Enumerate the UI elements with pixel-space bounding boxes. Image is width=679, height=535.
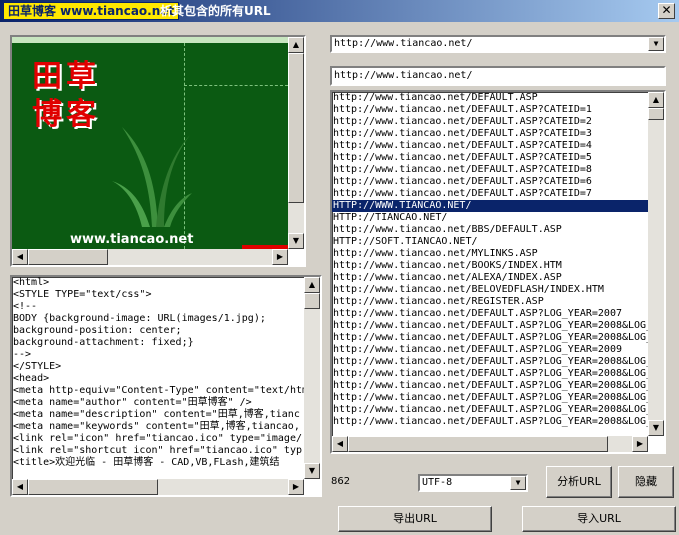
url-list-item[interactable]: http://www.tiancao.net/DEFAULT.ASP?LOG_Y…	[332, 368, 648, 380]
url-list-item[interactable]: http://www.tiancao.net/MYLINKS.ASP	[332, 248, 648, 260]
preview-logo-line2: 博客	[32, 97, 100, 132]
url-count: 862	[331, 476, 351, 487]
code-line: <meta name="description" content="田草,博客,…	[13, 409, 300, 420]
code-line: BODY {background-image: URL(images/1.jpg…	[13, 313, 266, 324]
title-logo: 田草博客 www.tiancao.net	[3, 2, 180, 20]
url-list-items[interactable]: http://www.tiancao.net/DEFAULT.ASP http:/…	[332, 92, 648, 436]
close-button[interactable]: ✕	[658, 3, 675, 19]
preview-image: 田草 博客 www.tiancao.net	[12, 37, 288, 249]
list-scroll-right-icon[interactable]: ▶	[632, 436, 648, 452]
code-scroll-right-icon[interactable]: ▶	[288, 479, 304, 495]
url-list-item[interactable]: http://www.tiancao.net/DEFAULT.ASP?CATEI…	[332, 128, 648, 140]
list-vertical-scrollbar[interactable]: ▲ ▼	[648, 92, 664, 436]
url-list-item[interactable]: http://www.tiancao.net/BELOVEDFLASH/INDE…	[332, 284, 648, 296]
code-line: background-position: center;	[13, 325, 182, 336]
code-line: <link rel="icon" href="tiancao.ico" type…	[13, 433, 302, 444]
preview-scroll-right-icon[interactable]: ▶	[272, 249, 288, 265]
code-scroll-thumb[interactable]	[304, 293, 320, 309]
url-list-item[interactable]: http://www.tiancao.net/DEFAULT.ASP?CATEI…	[332, 164, 648, 176]
preview-hscroll-thumb[interactable]	[28, 249, 108, 265]
url-list-item[interactable]: http://www.tiancao.net/DEFAULT.ASP?CATEI…	[332, 116, 648, 128]
preview-guide-horizontal	[184, 85, 288, 86]
list-scroll-thumb[interactable]	[648, 108, 664, 120]
import-url-button[interactable]: 导入URL	[522, 506, 676, 532]
url-list-item[interactable]: HTTP://TIANCAO.NET/	[332, 212, 648, 224]
hide-button[interactable]: 隐藏	[618, 466, 674, 498]
url-list-item[interactable]: http://www.tiancao.net/DEFAULT.ASP?CATEI…	[332, 152, 648, 164]
code-line: <html>	[13, 277, 50, 288]
encoding-chevron-down-icon[interactable]: ▼	[510, 476, 526, 490]
url-list-item[interactable]: http://www.tiancao.net/DEFAULT.ASP?LOG_Y…	[332, 404, 648, 416]
code-line: background-attachment: fixed;}	[13, 337, 194, 348]
grass-illustration	[112, 127, 192, 227]
address-combo-value: http://www.tiancao.net/	[334, 38, 473, 49]
url-list-item[interactable]: http://www.tiancao.net/BBS/DEFAULT.ASP	[332, 224, 648, 236]
code-line: <head>	[13, 373, 50, 384]
preview-scroll-down-icon[interactable]: ▼	[288, 233, 304, 249]
code-line: </STYLE>	[13, 361, 62, 372]
code-line: -->	[13, 349, 32, 360]
url-list-item[interactable]: http://www.tiancao.net/DEFAULT.ASP?CATEI…	[332, 176, 648, 188]
code-line: <meta http-equiv="Content-Type" content=…	[13, 385, 304, 396]
url-list-item[interactable]: http://www.tiancao.net/DEFAULT.ASP?LOG_Y…	[332, 332, 648, 344]
preview-site-text: www.tiancao.net	[70, 232, 194, 247]
url-list-item[interactable]: http://www.tiancao.net/REGISTER.ASP	[332, 296, 648, 308]
code-line: <meta name="keywords" content="田草,博客,tia…	[13, 421, 300, 432]
url-input-value: http://www.tiancao.net/	[334, 70, 473, 81]
url-input[interactable]: http://www.tiancao.net/	[330, 66, 666, 86]
code-vertical-scrollbar[interactable]: ▲ ▼	[304, 277, 320, 479]
source-code-view[interactable]: <html> <STYLE TYPE="text/css"> <!-- BODY {b…	[10, 275, 322, 497]
code-scroll-down-icon[interactable]: ▼	[304, 463, 320, 479]
window-title: 析其包含的所有URL	[160, 4, 271, 18]
preview-scroll-left-icon[interactable]: ◀	[12, 249, 28, 265]
web-preview[interactable]: 田草 博客 www.tiancao.net ▲ ▼ ◀ ▶	[10, 35, 306, 267]
source-code-text[interactable]: <html> <STYLE TYPE="text/css"> <!-- BODY {b…	[12, 277, 304, 479]
chevron-down-icon[interactable]: ▼	[648, 37, 664, 51]
code-line: <STYLE TYPE="text/css">	[13, 289, 152, 300]
url-list-item[interactable]: http://www.tiancao.net/BOOKS/INDEX.HTM	[332, 260, 648, 272]
list-scroll-up-icon[interactable]: ▲	[648, 92, 664, 108]
url-list-item[interactable]: http://www.tiancao.net/DEFAULT.ASP?LOG_Y…	[332, 344, 648, 356]
analyze-url-button[interactable]: 分析URL	[546, 466, 612, 498]
list-horizontal-scrollbar[interactable]: ◀ ▶	[332, 436, 648, 452]
url-list-item[interactable]: http://www.tiancao.net/ALEXA/INDEX.ASP	[332, 272, 648, 284]
code-scroll-left-icon[interactable]: ◀	[12, 479, 28, 495]
code-line: <!--	[13, 301, 38, 312]
encoding-combo-value: UTF-8	[422, 477, 453, 488]
address-combo[interactable]: http://www.tiancao.net/ ▼	[330, 35, 666, 53]
url-list-item[interactable]: http://www.tiancao.net/DEFAULT.ASP?CATEI…	[332, 188, 648, 200]
list-scroll-down-icon[interactable]: ▼	[648, 420, 664, 436]
code-line: <link rel="shortcut icon" href="tiancao.…	[13, 445, 302, 456]
code-horizontal-scrollbar[interactable]: ◀ ▶	[12, 479, 304, 495]
preview-scroll-up-icon[interactable]: ▲	[288, 37, 304, 53]
url-list-item[interactable]: http://www.tiancao.net/DEFAULT.ASP?LOG_Y…	[332, 416, 648, 428]
list-hscroll-thumb[interactable]	[348, 436, 608, 452]
url-list-item[interactable]: http://www.tiancao.net/DEFAULT.ASP?CATEI…	[332, 104, 648, 116]
url-list-item[interactable]: http://www.tiancao.net/DEFAULT.ASP?LOG_Y…	[332, 392, 648, 404]
code-line: <title>欢迎光临 - 田草博客 - CAD,VB,FLash,建筑结	[13, 457, 280, 468]
code-scroll-up-icon[interactable]: ▲	[304, 277, 320, 293]
url-list-item[interactable]: http://www.tiancao.net/DEFAULT.ASP	[332, 92, 648, 104]
preview-horizontal-scrollbar[interactable]: ◀ ▶	[12, 249, 288, 265]
url-list-item[interactable]: http://www.tiancao.net/DEFAULT.ASP?LOG_Y…	[332, 380, 648, 392]
encoding-combo[interactable]: UTF-8 ▼	[418, 474, 528, 492]
code-hscroll-thumb[interactable]	[28, 479, 158, 495]
preview-scroll-thumb[interactable]	[288, 53, 304, 203]
code-line: <meta name="author" content="田草博客" />	[13, 397, 252, 408]
url-list-item[interactable]: http://www.tiancao.net/DEFAULT.ASP?LOG_Y…	[332, 308, 648, 320]
url-list-item[interactable]: HTTP://SOFT.TIANCAO.NET/	[332, 236, 648, 248]
preview-top-band	[12, 37, 288, 43]
export-url-button[interactable]: 导出URL	[338, 506, 492, 532]
title-bar[interactable]: 田草博客 www.tiancao.net 析其包含的所有URL ✕	[0, 0, 679, 22]
url-list-item[interactable]: http://www.tiancao.net/DEFAULT.ASP?LOG_Y…	[332, 356, 648, 368]
preview-vertical-scrollbar[interactable]: ▲ ▼	[288, 37, 304, 249]
url-list-item[interactable]: HTTP://WWW.TIANCAO.NET/	[332, 200, 648, 212]
list-scroll-left-icon[interactable]: ◀	[332, 436, 348, 452]
url-list-item[interactable]: http://www.tiancao.net/DEFAULT.ASP?CATEI…	[332, 140, 648, 152]
url-list[interactable]: http://www.tiancao.net/DEFAULT.ASP http:/…	[330, 90, 666, 454]
url-list-item[interactable]: http://www.tiancao.net/DEFAULT.ASP?LOG_Y…	[332, 320, 648, 332]
